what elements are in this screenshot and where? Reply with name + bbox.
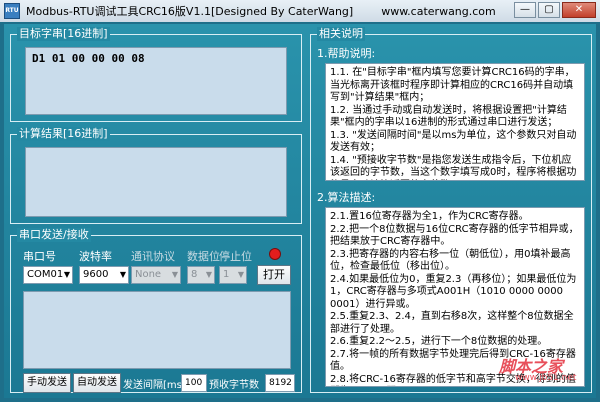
expected-bytes-input[interactable]: 8192 [265, 374, 295, 392]
algorithm-line: 2.1.置16位寄存器为全1，作为CRC寄存器。 [330, 211, 529, 222]
usage-line: 1.3. "发送间隔时间"是以ms为单位，这个参数只对自动发送有效； [330, 129, 577, 154]
result-group-title: 计算结果[16进制] [17, 127, 110, 141]
close-button[interactable]: ✕ [562, 2, 596, 18]
baud-select[interactable]: 9600 ▼ [79, 266, 129, 284]
stopbits-select-value: 1 [223, 269, 230, 280]
minimize-button[interactable]: — [514, 2, 536, 18]
serial-group-title: 串口发送/接收 [17, 228, 91, 242]
target-group-title: 目标字串[16进制] [17, 27, 110, 41]
chevron-down-icon: ▼ [119, 270, 126, 279]
interval-input[interactable]: 100 [181, 374, 207, 392]
usage-line: 1.2. 当通过手动或自动发送时，将根据设置把"计算结果"框内的字串以16进制的… [330, 104, 567, 129]
databits-select[interactable]: 8 ▼ [187, 266, 215, 284]
help-group-title: 相关说明 [317, 27, 365, 41]
expected-bytes-label: 预收字节数 [209, 380, 259, 391]
interval-label: 发送间隔[ms] [123, 380, 186, 391]
port-select[interactable]: COM01 ▼ [23, 266, 73, 284]
serial-log[interactable] [23, 291, 291, 369]
app-window: RTU Modbus-RTU调试工具CRC16版V1.1[Designed By… [0, 0, 600, 402]
port-label: 串口号 [23, 250, 56, 263]
protocol-select-value: None [135, 269, 162, 280]
port-select-value: COM01 [27, 269, 64, 280]
baud-select-value: 9600 [83, 269, 109, 280]
auto-send-button[interactable]: 自动发送 [73, 373, 121, 393]
target-group: 目标字串[16进制] D1 01 00 00 00 08 [10, 27, 302, 122]
stopbits-select[interactable]: 1 ▼ [219, 266, 247, 284]
chevron-down-icon: ▼ [63, 270, 70, 279]
algorithm-line: 2.2.把一个8位数据与16位CRC寄存器的低字节相异或，把结果放于CRC寄存器… [330, 223, 579, 248]
databits-select-value: 8 [191, 269, 198, 280]
open-port-button[interactable]: 打开 [257, 265, 291, 285]
chevron-down-icon: ▼ [171, 270, 178, 279]
protocol-label: 通讯协议 [131, 250, 175, 263]
manual-send-button[interactable]: 手动发送 [23, 373, 71, 393]
maximize-button[interactable]: ▢ [538, 2, 560, 18]
window-title: Modbus-RTU调试工具CRC16版V1.1[Designed By Cat… [26, 5, 354, 18]
app-icon: RTU [4, 3, 20, 19]
stopbits-label: 停止位 [219, 250, 252, 263]
result-group: 计算结果[16进制] [10, 127, 302, 224]
usage-line: 1.4. "预接收字节数"是指您发送生成指令后，下位机应该返回的字节数，当这个数… [330, 154, 577, 181]
baud-label: 波特率 [79, 250, 112, 263]
algorithm-line: 2.4.如果最低位为0，重复2.3（再移位）；如果最低位为1，CRC寄存器与多项… [330, 273, 577, 310]
algorithm-line: 2.6.重复2.2～2.5，进行下一个8位数据的处理。 [330, 336, 548, 347]
result-output[interactable] [25, 147, 287, 217]
usage-line: 1.1. 在"目标字串"框内填写您要计算CRC16码的字串，当光标离开该框时程序… [330, 67, 575, 103]
databits-label: 数据位 [187, 250, 220, 263]
help-group: 相关说明 1.帮助说明: 1.1. 在"目标字串"框内填写您要计算CRC16码的… [310, 27, 592, 393]
target-input[interactable]: D1 01 00 00 00 08 [25, 47, 287, 115]
chevron-down-icon: ▼ [237, 270, 244, 279]
site-watermark-url: www.jb51.net [515, 373, 577, 383]
protocol-select[interactable]: None ▼ [131, 266, 181, 284]
help-section-usage-title: 1.帮助说明: [317, 47, 376, 60]
window-url: www.caterwang.com [381, 4, 496, 18]
title-bar[interactable]: RTU Modbus-RTU调试工具CRC16版V1.1[Designed By… [0, 0, 600, 22]
port-status-led [269, 248, 281, 260]
window-controls: — ▢ ✕ [514, 2, 596, 18]
serial-group: 串口发送/接收 串口号 波特率 通讯协议 数据位 停止位 COM01 ▼ 960… [10, 228, 302, 393]
help-section-algorithm-title: 2.算法描述: [317, 191, 376, 204]
algorithm-line: 2.5.重复2.3、2.4，直到右移8次，这样整个8位数据全部进行了处理。 [330, 311, 574, 335]
chevron-down-icon: ▼ [205, 270, 212, 279]
client-area: 目标字串[16进制] D1 01 00 00 00 08 计算结果[16进制] … [4, 24, 596, 398]
algorithm-line: 2.3.把寄存器的内容右移一位（朝低位），用0填补最高位，检查最低位（移出位）。 [330, 248, 571, 273]
usage-text-box[interactable]: 1.1. 在"目标字串"框内填写您要计算CRC16码的字串，当光标离开该框时程序… [325, 63, 585, 181]
